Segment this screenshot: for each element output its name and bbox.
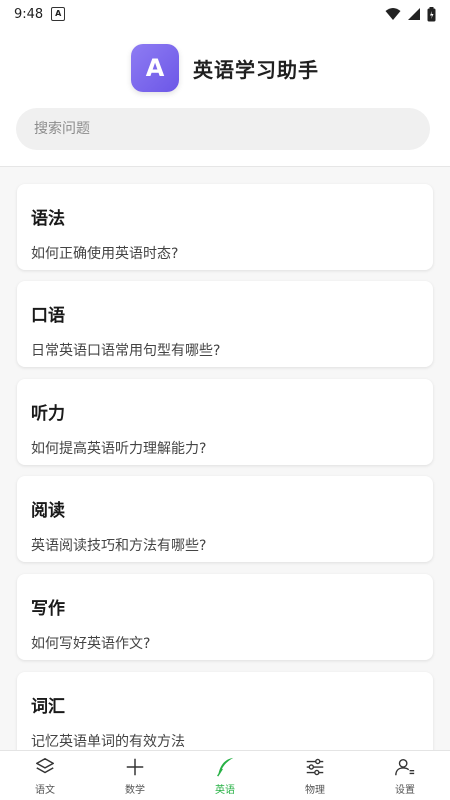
card-question: 如何提高英语听力理解能力?: [31, 441, 207, 457]
signal-icon: [408, 8, 420, 20]
plus-icon: [126, 758, 144, 775]
tab-physics[interactable]: 物理: [270, 756, 360, 796]
card-question: 如何写好英语作文?: [31, 636, 151, 652]
tab-settings[interactable]: 设置: [360, 756, 450, 796]
app-logo: A: [131, 44, 179, 92]
tab-label: 数学: [125, 784, 145, 796]
feather-icon: [217, 757, 234, 777]
question-list[interactable]: 语法 如何正确使用英语时态? 口语 日常英语口语常用句型有哪些? 听力 如何提高…: [0, 167, 450, 750]
tab-label: 物理: [305, 784, 325, 796]
layers-icon: [36, 757, 54, 773]
card-category: 写作: [31, 599, 65, 619]
battery-icon: [427, 6, 436, 21]
card-question: 如何正确使用英语时态?: [31, 246, 179, 262]
status-time: 9:48: [14, 6, 44, 22]
tab-label: 语文: [35, 784, 55, 796]
tab-label: 英语: [215, 784, 235, 796]
question-card-speaking[interactable]: 口语 日常英语口语常用句型有哪些?: [17, 281, 433, 367]
user-settings-icon: [395, 758, 415, 775]
card-question: 英语阅读技巧和方法有哪些?: [31, 538, 207, 554]
status-bar: 9:48 A: [0, 0, 450, 28]
question-card-reading[interactable]: 阅读 英语阅读技巧和方法有哪些?: [17, 476, 433, 562]
card-question: 日常英语口语常用句型有哪些?: [31, 343, 221, 359]
sliders-icon: [306, 758, 324, 775]
search-input[interactable]: [16, 108, 430, 150]
question-card-listening[interactable]: 听力 如何提高英语听力理解能力?: [17, 379, 433, 465]
bottom-tab-bar: 语文 数学 英语 物理 设置: [0, 750, 450, 800]
app-title: 英语学习助手: [193, 57, 319, 82]
card-question: 记忆英语单词的有效方法: [31, 734, 185, 750]
status-left: 9:48 A: [14, 6, 66, 22]
card-category: 词汇: [31, 697, 65, 717]
card-category: 语法: [31, 209, 65, 229]
tab-label: 设置: [395, 784, 415, 796]
question-card-writing[interactable]: 写作 如何写好英语作文?: [17, 574, 433, 660]
tab-math[interactable]: 数学: [90, 756, 180, 796]
status-right: [385, 6, 436, 22]
question-card-grammar[interactable]: 语法 如何正确使用英语时态?: [17, 184, 433, 270]
app-header: A 英语学习助手: [0, 40, 450, 96]
search-bar: [16, 108, 430, 150]
card-category: 阅读: [31, 501, 65, 521]
wifi-icon: [385, 8, 401, 20]
tab-chinese[interactable]: 语文: [0, 756, 90, 796]
card-category: 口语: [31, 306, 65, 326]
tab-english[interactable]: 英语: [180, 756, 270, 796]
card-category: 听力: [31, 404, 65, 424]
notification-badge-icon: A: [51, 7, 66, 21]
question-card-vocabulary[interactable]: 词汇 记忆英语单词的有效方法: [17, 672, 433, 750]
